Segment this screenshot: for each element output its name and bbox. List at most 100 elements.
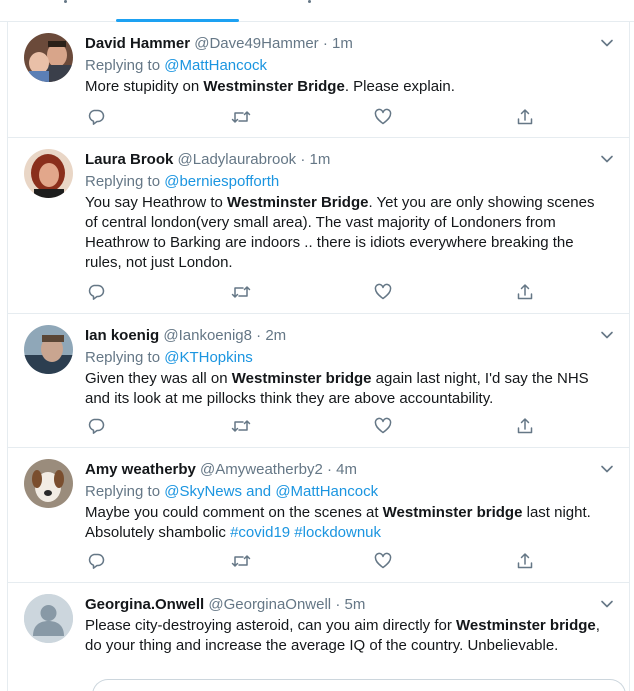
tweet-text: Please city-destroying asteroid, can you… <box>85 616 611 656</box>
like-icon[interactable] <box>372 550 394 572</box>
tweet-feed: David Hammer @Dave49Hammer · 1m Replying… <box>7 22 630 691</box>
highlighted-keyword: Westminster bridge <box>231 370 372 387</box>
retweet-icon[interactable] <box>230 550 252 572</box>
tweet-actions <box>85 415 535 437</box>
user-handle[interactable]: @GeorginaOnwell <box>208 596 331 613</box>
replying-to-link[interactable]: @MattHancock <box>164 57 267 74</box>
tab-remnant-dot <box>308 0 311 3</box>
tweet-content: Ian koenig @Iankoenig8 · 2m Replying to … <box>85 326 611 409</box>
top-tab-bar <box>0 0 634 22</box>
display-name[interactable]: Laura Brook <box>85 151 173 168</box>
tweet-text-segment: Please city-destroying asteroid, can you… <box>85 617 456 634</box>
timestamp[interactable]: 1m <box>310 151 331 168</box>
replying-prefix: Replying to <box>85 57 161 74</box>
display-name[interactable]: Georgina.Onwell <box>85 596 204 613</box>
like-icon[interactable] <box>372 281 394 303</box>
tweet-actions <box>85 281 535 303</box>
highlighted-keyword: Westminster bridge <box>456 617 596 634</box>
display-name[interactable]: David Hammer <box>85 35 190 52</box>
tweet-actions <box>85 550 535 572</box>
retweet-icon[interactable] <box>230 106 252 128</box>
reply-icon[interactable] <box>85 106 107 128</box>
timestamp[interactable]: 1m <box>332 35 353 52</box>
tweet-text-segment: . Please explain. <box>344 78 455 95</box>
replying-to-link[interactable]: @KTHopkins <box>164 349 253 366</box>
tweet[interactable]: Amy weatherby @Amyweatherby2 · 4m Replyi… <box>8 448 629 583</box>
user-handle[interactable]: @Iankoenig8 <box>163 327 252 344</box>
tweet-text: More stupidity on Westminster Bridge. Pl… <box>85 77 611 97</box>
tweet-header: Amy weatherby @Amyweatherby2 · 4m <box>85 460 611 480</box>
hashtag-link[interactable]: #lockdownuk <box>294 524 381 541</box>
tweet-text-segment: You say Heathrow to <box>85 194 228 211</box>
timestamp[interactable]: 5m <box>345 596 366 613</box>
tab-remnant-dot <box>64 0 67 3</box>
reply-icon[interactable] <box>85 550 107 572</box>
replying-prefix: Replying to <box>85 349 161 366</box>
tweet-header: Laura Brook @Ladylaurabrook · 1m <box>85 150 611 170</box>
share-icon[interactable] <box>514 281 536 303</box>
avatar[interactable] <box>24 459 73 508</box>
chevron-down-icon[interactable] <box>600 597 614 611</box>
tweet-header: Georgina.Onwell @GeorginaOnwell · 5m <box>85 595 611 615</box>
share-icon[interactable] <box>514 415 536 437</box>
chevron-down-icon[interactable] <box>600 36 614 50</box>
tweet-content: David Hammer @Dave49Hammer · 1m Replying… <box>85 34 611 97</box>
replying-to-line: Replying to @berniespofforth <box>85 172 611 192</box>
tweet-text: Given they was all on Westminster bridge… <box>85 369 611 409</box>
hashtag-link[interactable]: #covid19 <box>230 524 290 541</box>
separator: · <box>256 327 262 344</box>
avatar[interactable] <box>24 149 73 198</box>
tweet-content: Laura Brook @Ladylaurabrook · 1m Replyin… <box>85 150 611 273</box>
user-handle[interactable]: @Dave49Hammer <box>194 35 318 52</box>
replying-to-line: Replying to @KTHopkins <box>85 348 611 368</box>
user-handle[interactable]: @Amyweatherby2 <box>200 461 323 478</box>
highlighted-keyword: Westminster Bridge <box>203 78 345 95</box>
tweet-header: David Hammer @Dave49Hammer · 1m <box>85 34 611 54</box>
tweet-text: You say Heathrow to Westminster Bridge. … <box>85 193 611 273</box>
tweet[interactable]: Georgina.Onwell @GeorginaOnwell · 5m Ple… <box>8 583 629 691</box>
reply-icon[interactable] <box>85 415 107 437</box>
separator: · <box>300 151 306 168</box>
replying-to-line: Replying to @MattHancock <box>85 56 611 76</box>
timestamp[interactable]: 4m <box>336 461 357 478</box>
separator: · <box>322 35 328 52</box>
display-name[interactable]: Amy weatherby <box>85 461 196 478</box>
reply-icon[interactable] <box>85 281 107 303</box>
chevron-down-icon[interactable] <box>600 462 614 476</box>
tweet[interactable]: David Hammer @Dave49Hammer · 1m Replying… <box>8 22 629 138</box>
tweet-text: Maybe you could comment on the scenes at… <box>85 503 611 543</box>
separator: · <box>327 461 332 478</box>
chevron-down-icon[interactable] <box>600 328 614 342</box>
retweet-icon[interactable] <box>230 415 252 437</box>
embedded-card[interactable] <box>92 679 626 691</box>
replying-prefix: Replying to <box>85 483 161 500</box>
user-handle[interactable]: @Ladylaurabrook <box>178 151 297 168</box>
like-icon[interactable] <box>372 106 394 128</box>
tweet-text-segment: More stupidity on <box>85 78 204 95</box>
display-name[interactable]: Ian koenig <box>85 327 159 344</box>
avatar[interactable] <box>24 33 73 82</box>
tweet-text-segment: Maybe you could comment on the scenes at <box>85 504 383 521</box>
separator: · <box>335 596 341 613</box>
tweet[interactable]: Ian koenig @Iankoenig8 · 2m Replying to … <box>8 314 629 448</box>
highlighted-keyword: Westminster Bridge <box>227 194 369 211</box>
timestamp[interactable]: 2m <box>265 327 286 344</box>
tweet-content: Georgina.Onwell @GeorginaOnwell · 5m Ple… <box>85 595 611 656</box>
chevron-down-icon[interactable] <box>600 152 614 166</box>
avatar[interactable] <box>24 325 73 374</box>
like-icon[interactable] <box>372 415 394 437</box>
replying-prefix: Replying to <box>85 173 161 190</box>
tweet-header: Ian koenig @Iankoenig8 · 2m <box>85 326 611 346</box>
highlighted-keyword: Westminster bridge <box>382 504 523 521</box>
replying-to-link[interactable]: @berniespofforth <box>164 173 279 190</box>
replying-to-line: Replying to @SkyNews and @MattHancock <box>85 482 611 502</box>
replying-to-link[interactable]: @SkyNews and @MattHancock <box>164 483 378 500</box>
retweet-icon[interactable] <box>230 281 252 303</box>
tweet-text-segment: Given they was all on <box>85 370 232 387</box>
tweet[interactable]: Laura Brook @Ladylaurabrook · 1m Replyin… <box>8 138 629 314</box>
share-icon[interactable] <box>514 106 536 128</box>
avatar[interactable] <box>24 594 73 643</box>
tweet-actions <box>85 106 535 128</box>
share-icon[interactable] <box>514 550 536 572</box>
tweet-content: Amy weatherby @Amyweatherby2 · 4m Replyi… <box>85 460 611 543</box>
